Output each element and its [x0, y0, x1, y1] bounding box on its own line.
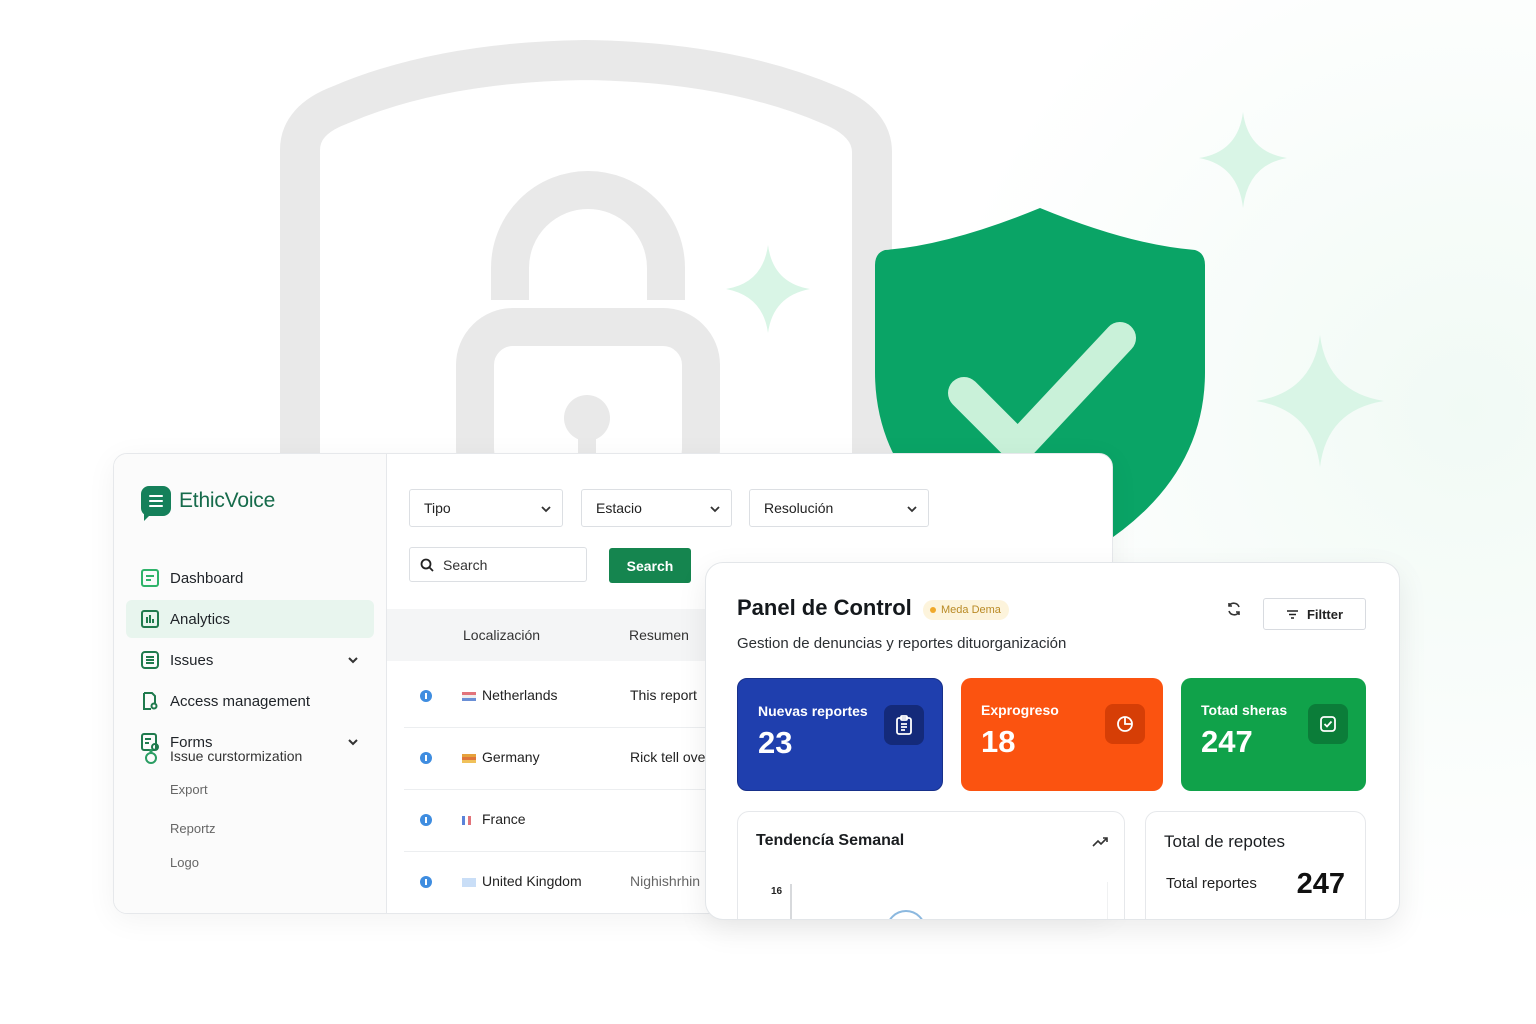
submenu-item-logo[interactable]: Logo [170, 852, 302, 872]
row-country: United Kingdom [482, 873, 582, 889]
progress-icon [1105, 704, 1145, 744]
search-placeholder: Search [443, 556, 488, 573]
column-header-localizacion[interactable]: Localización [463, 627, 540, 643]
stat-label: Nuevas reportes [758, 703, 868, 719]
select-value: Estacio [596, 500, 642, 516]
search-input[interactable]: Search [409, 547, 587, 582]
chevron-down-icon[interactable] [346, 735, 360, 749]
submenu-item-label: Issue curstormization [170, 748, 303, 764]
stat-card-exprogreso[interactable]: Exprogreso 18 [961, 678, 1163, 791]
germany-flag-icon [462, 754, 476, 763]
estado-select[interactable]: Estacio [581, 489, 732, 527]
sidebar-item-label: Dashboard [170, 569, 244, 587]
info-icon [420, 814, 432, 826]
row-summary: Nighishrhin [630, 873, 701, 889]
weekly-trend-title: Tendencía Semanal [756, 832, 905, 849]
issues-icon [141, 651, 159, 669]
sidebar-item-label: Analytics [170, 610, 231, 628]
sidebar-item-issues[interactable]: Issues [126, 641, 374, 679]
panel-title: Panel de Control [737, 595, 912, 620]
chevron-down-icon [541, 506, 551, 513]
stat-label: Exprogreso [981, 702, 1059, 718]
row-summary: Rick tell ove [630, 749, 706, 765]
sidebar: EthicVoice Dashboard Analytics Issues Ac… [114, 454, 387, 913]
stat-value: 23 [758, 725, 793, 760]
dashboard-icon [141, 569, 159, 587]
access-icon [143, 692, 158, 710]
stat-value: 247 [1201, 724, 1253, 759]
united-kingdom-flag-icon [462, 878, 476, 887]
total-title: Total de repotes [1164, 832, 1285, 851]
y-axis-tick: 16 [771, 886, 783, 897]
check-square-icon [1308, 704, 1348, 744]
netherlands-flag-icon [462, 692, 476, 701]
row-country: Germany [482, 749, 540, 765]
submenu-item-issue-customization[interactable]: Issue curstormization [144, 746, 302, 766]
select-value: Tipo [424, 500, 451, 516]
sidebar-item-analytics[interactable]: Analytics [126, 600, 374, 638]
logo-icon [141, 486, 171, 516]
total-reports-card: Total de repotes Total reportes 247 [1145, 811, 1366, 919]
filter-button-label: Filtter [1306, 606, 1344, 622]
sidebar-nav: Dashboard Analytics Issues Access manage… [126, 559, 374, 764]
stat-card-totad-sheras[interactable]: Totad sheras 247 [1181, 678, 1366, 791]
resolucion-select[interactable]: Resolución [749, 489, 929, 527]
weekly-trend-card: Tendencía Semanal 16 [737, 811, 1125, 919]
chevron-down-icon [907, 506, 917, 513]
column-header-resumen[interactable]: Resumen [629, 627, 689, 643]
filter-icon [1286, 609, 1298, 619]
row-country: Netherlands [482, 687, 558, 703]
filter-button[interactable]: Filtter [1263, 598, 1366, 630]
chart-area [796, 882, 1108, 919]
panel-subtitle: Gestion de denuncias y reportes dituorga… [737, 635, 1067, 652]
status-badge: Meda Dema [923, 600, 1009, 620]
select-value: Resolución [764, 500, 834, 516]
sidebar-item-label: Issues [170, 651, 214, 669]
info-icon [420, 752, 432, 764]
trend-up-icon[interactable] [1092, 836, 1108, 848]
france-flag-icon [462, 816, 471, 825]
search-icon [420, 558, 434, 572]
stat-value: 18 [981, 724, 1016, 759]
stat-label: Totad sheras [1201, 702, 1288, 718]
info-icon [420, 690, 432, 702]
total-label: Total reportes [1166, 875, 1257, 892]
total-value: 247 [1296, 868, 1345, 900]
chevron-down-icon[interactable] [346, 653, 360, 667]
brand[interactable]: EthicVoice [141, 486, 275, 516]
chevron-down-icon [710, 506, 720, 513]
tipo-select[interactable]: Tipo [409, 489, 563, 527]
stat-card-nuevas[interactable]: Nuevas reportes 23 [737, 678, 943, 791]
analytics-icon [141, 610, 159, 628]
sidebar-item-access-management[interactable]: Access management [126, 682, 374, 720]
customize-icon [145, 749, 157, 764]
sidebar-item-dashboard[interactable]: Dashboard [126, 559, 374, 597]
refresh-icon[interactable] [1226, 601, 1242, 617]
submenu-item-reportz[interactable]: Reportz [170, 818, 302, 838]
y-axis [790, 884, 792, 919]
brand-name: EthicVoice [179, 489, 276, 512]
clipboard-icon [884, 705, 924, 745]
forms-submenu: Issue curstormization Export Reportz Log… [144, 746, 302, 872]
info-icon [420, 876, 432, 888]
row-country: France [482, 811, 526, 827]
sidebar-item-label: Access management [170, 692, 311, 710]
row-summary: This report [630, 687, 697, 703]
submenu-item-export[interactable]: Export [170, 779, 302, 799]
search-button[interactable]: Search [609, 548, 691, 583]
control-panel-card: Panel de Control Meda Dema Filtter Gesti… [705, 562, 1400, 920]
